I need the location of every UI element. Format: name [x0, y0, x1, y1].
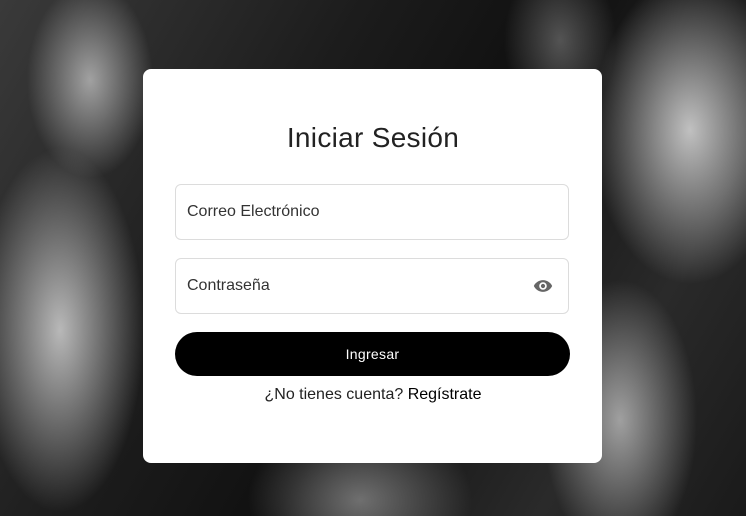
register-link[interactable]: Regístrate [408, 386, 482, 403]
submit-button[interactable]: Ingresar [175, 332, 570, 376]
email-field[interactable] [175, 184, 569, 240]
password-input[interactable] [187, 259, 527, 313]
login-title: Iniciar Sesión [286, 122, 460, 153]
eye-icon[interactable] [532, 276, 554, 296]
register-prompt-text: ¿No tienes cuenta? [264, 386, 404, 403]
email-input[interactable] [187, 185, 527, 239]
register-prompt: ¿No tienes cuenta? Regístrate [0, 386, 746, 404]
password-field[interactable] [175, 258, 569, 314]
